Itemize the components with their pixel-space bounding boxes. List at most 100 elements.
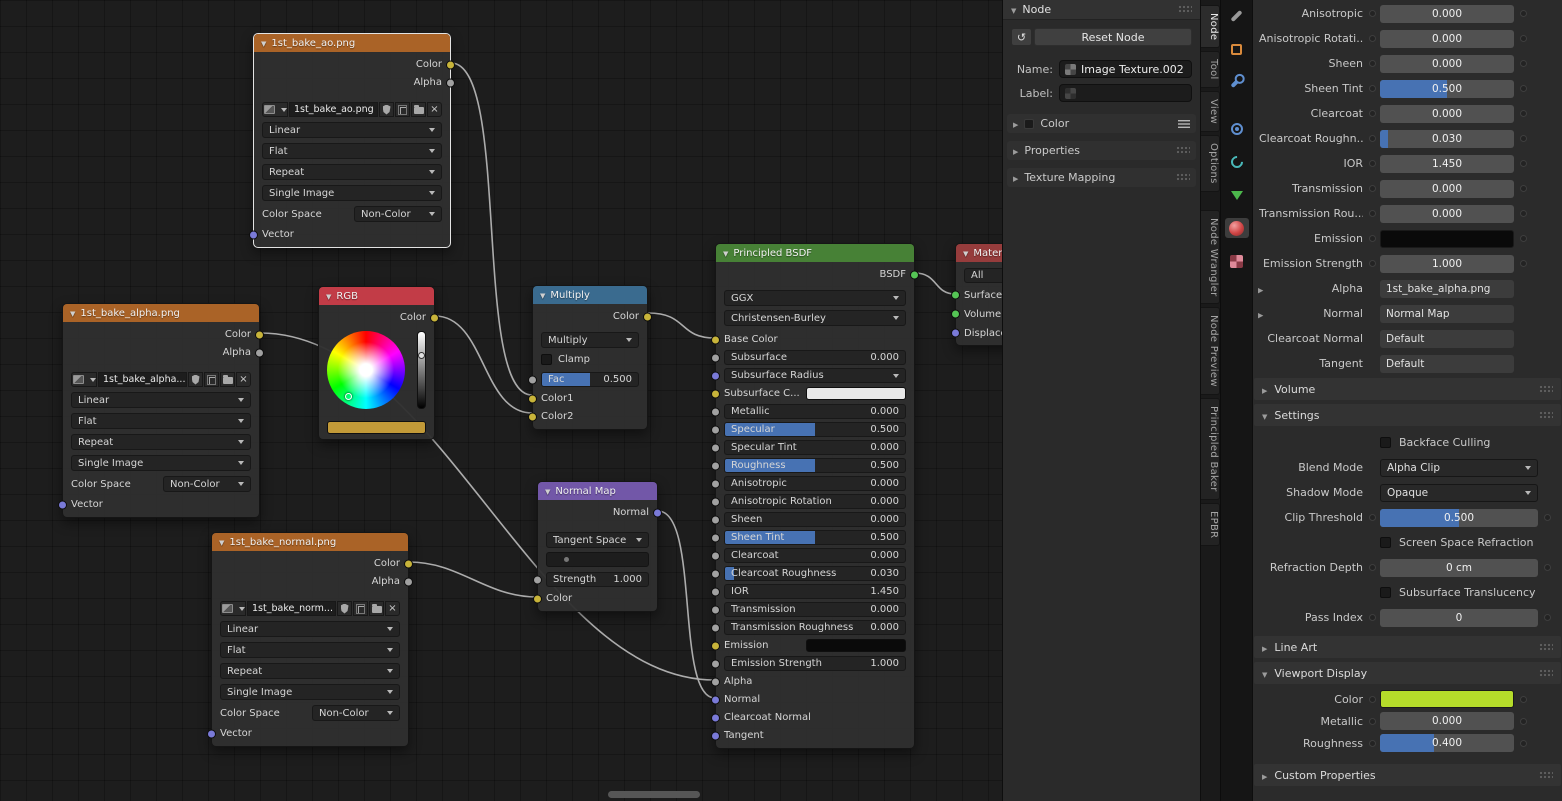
unlink-button[interactable]: ×: [236, 372, 251, 387]
animate-dot[interactable]: [1369, 85, 1376, 92]
decorator-dot[interactable]: [1520, 110, 1527, 117]
drag-grip-icon[interactable]: [1176, 146, 1190, 155]
bsdf-row[interactable]: Subsurface C... Subsurface C... Subsurfa…: [711, 386, 906, 401]
output-socket[interactable]: [446, 78, 455, 87]
drag-grip-icon[interactable]: [1539, 668, 1553, 678]
bsdf-row[interactable]: Specular Specular Specular 0.500: [711, 422, 906, 437]
collapse-arrow-icon[interactable]: [540, 290, 545, 301]
output-socket[interactable]: [404, 577, 413, 586]
dropdown[interactable]: Alpha Clip: [1380, 458, 1538, 477]
image-name-field[interactable]: 1st_bake_ao.png: [289, 102, 378, 117]
input-socket[interactable]: [711, 641, 720, 650]
label-input[interactable]: [1059, 84, 1192, 102]
decorator-dot[interactable]: [1520, 85, 1527, 92]
link-field[interactable]: Normal Map: [1380, 304, 1514, 323]
input-socket[interactable]: [711, 497, 720, 506]
volume-panel-header[interactable]: Volume: [1254, 378, 1561, 400]
input-socket[interactable]: [711, 605, 720, 614]
color-swatch[interactable]: [1380, 690, 1514, 708]
bsdf-row[interactable]: Clearcoat Clearcoat Clearcoat 0.000: [711, 548, 906, 563]
animate-dot[interactable]: [1369, 110, 1376, 117]
collapse-arrow-icon[interactable]: [1262, 383, 1267, 396]
animate-dot[interactable]: [1369, 210, 1376, 217]
animate-dot[interactable]: [1369, 514, 1376, 521]
value-slider[interactable]: Anisotropic Rotation 0.000: [724, 494, 906, 509]
link-field[interactable]: Default: [1380, 354, 1514, 373]
bsdf-row[interactable]: Christensen-Burley Christensen-Burley Ch…: [724, 310, 906, 326]
value-slider[interactable]: 0.030: [1380, 129, 1514, 148]
bsdf-row[interactable]: Base Color Base Color Base Color: [711, 332, 906, 347]
output-socket[interactable]: [653, 508, 662, 517]
sidebar-tab[interactable]: Node: [1201, 5, 1220, 49]
dropdown[interactable]: Flat: [71, 413, 251, 429]
refresh-button[interactable]: ↺: [1011, 28, 1032, 46]
node-header[interactable]: Multiply: [533, 286, 647, 304]
input-socket[interactable]: [528, 412, 537, 421]
collapse-arrow-icon[interactable]: [1262, 409, 1267, 422]
input-socket[interactable]: [711, 389, 720, 398]
collapse-arrow-icon[interactable]: [1013, 144, 1018, 157]
bsdf-row[interactable]: Emission Emission Emission: [711, 638, 906, 653]
output-socket[interactable]: [255, 348, 264, 357]
color-swatch[interactable]: [806, 387, 906, 400]
input-socket[interactable]: [711, 587, 720, 596]
animate-dot[interactable]: [1369, 185, 1376, 192]
input-socket[interactable]: [533, 594, 542, 603]
value-slider[interactable]: Metallic 0.000: [724, 404, 906, 419]
image-browse-button[interactable]: [220, 601, 246, 616]
animate-dot[interactable]: [1369, 717, 1376, 725]
value-slider[interactable]: 1.450: [1380, 154, 1514, 173]
dropdown[interactable]: Single Image: [71, 455, 251, 471]
image-texture-node[interactable]: 1st_bake_normal.png Color Alpha: [207, 532, 413, 747]
dropdown[interactable]: Repeat: [71, 434, 251, 450]
input-socket[interactable]: [711, 569, 720, 578]
output-socket[interactable]: [255, 330, 264, 339]
value-slider[interactable]: Specular 0.500: [724, 422, 906, 437]
collapse-arrow-icon[interactable]: [1011, 3, 1016, 16]
collapse-arrow-icon[interactable]: [1262, 667, 1267, 680]
value-slider[interactable]: 0.000: [1380, 104, 1514, 123]
image-texture-node[interactable]: 1st_bake_ao.png Color Alpha: [249, 33, 455, 248]
value-slider[interactable]: 0.000: [1380, 29, 1514, 48]
fake-user-button[interactable]: [188, 372, 203, 387]
decorator-dot[interactable]: [1520, 695, 1527, 703]
decorator-dot[interactable]: [1520, 10, 1527, 17]
bsdf-row[interactable]: Anisotropic Rotation Anisotropic Rotatio…: [711, 494, 906, 509]
dropdown[interactable]: Linear: [220, 621, 400, 637]
tab-material[interactable]: [1224, 218, 1249, 238]
input-socket[interactable]: [528, 375, 537, 384]
fac-slider[interactable]: Fac 0.500: [541, 372, 639, 387]
decorator-dot[interactable]: [1520, 135, 1527, 142]
open-file-button[interactable]: [369, 601, 384, 616]
color-section-header[interactable]: Color: [1007, 114, 1196, 133]
value-slider[interactable]: Sheen 0.000: [724, 512, 906, 527]
material-output-node[interactable]: Material Output All Surface Volume: [951, 243, 1002, 346]
decorator-dot[interactable]: [1544, 514, 1551, 521]
output-socket[interactable]: [643, 312, 652, 321]
animate-dot[interactable]: [1369, 695, 1376, 703]
input-socket[interactable]: [711, 353, 720, 362]
decorator-dot[interactable]: [1520, 260, 1527, 267]
input-socket[interactable]: [249, 230, 258, 239]
target-dropdown[interactable]: All: [964, 268, 1002, 283]
bsdf-row[interactable]: Clearcoat Roughness Clearcoat Roughness …: [711, 566, 906, 581]
dropdown[interactable]: GGX: [724, 290, 906, 306]
unlink-button[interactable]: ×: [427, 102, 442, 117]
bsdf-row[interactable]: Alpha Alpha Alpha: [711, 674, 906, 689]
collapse-arrow-icon[interactable]: [1262, 769, 1267, 782]
dropdown[interactable]: Subsurface Radius: [724, 368, 906, 383]
value-slider[interactable]: 0.000: [1380, 179, 1514, 198]
value-slider[interactable]: Specular Tint 0.000: [724, 440, 906, 455]
sidebar-tab[interactable]: Tool: [1201, 51, 1220, 88]
bsdf-row[interactable]: Transmission Roughness Transmission Roug…: [711, 620, 906, 635]
node-header[interactable]: Principled BSDF: [716, 244, 914, 262]
animate-dot[interactable]: [1369, 160, 1376, 167]
input-socket[interactable]: [711, 659, 720, 668]
animate-dot[interactable]: [1369, 60, 1376, 67]
tab-tool[interactable]: [1225, 6, 1249, 26]
value-slider[interactable]: Transmission Roughness 0.000: [724, 620, 906, 635]
input-socket[interactable]: [951, 309, 960, 319]
bsdf-row[interactable]: GGX GGX GGX: [724, 290, 906, 306]
unlink-button[interactable]: ×: [385, 601, 400, 616]
sidebar-tab[interactable]: Principled Baker: [1201, 397, 1220, 500]
